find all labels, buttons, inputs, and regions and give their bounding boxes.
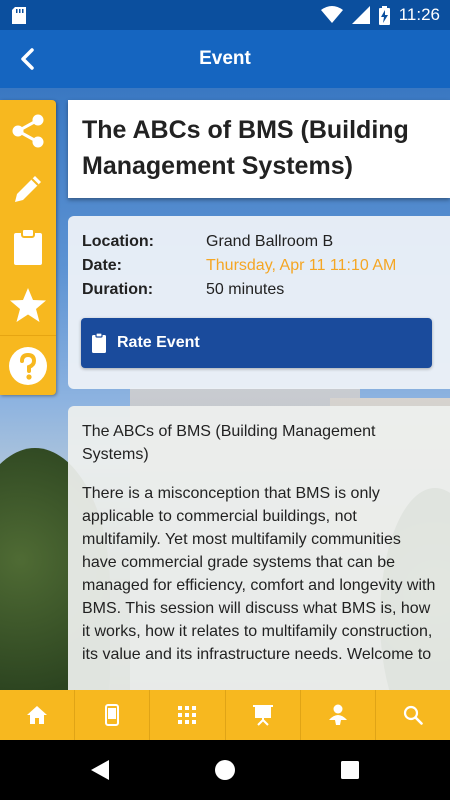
description-text: There is a misconception that BMS is onl… <box>82 485 436 663</box>
date-row: Date: Thursday, Apr 11 11:10 AM <box>82 254 436 278</box>
signal-icon <box>351 6 370 24</box>
bottom-nav <box>0 690 450 740</box>
sd-card-icon <box>12 7 26 24</box>
recents-square-icon <box>341 761 359 779</box>
page-title: Event <box>199 48 251 69</box>
back-triangle-icon <box>91 760 109 780</box>
home-icon <box>27 706 48 724</box>
rail-divider <box>0 335 56 336</box>
status-bar: 11:26 <box>0 0 450 30</box>
nav-grid[interactable] <box>150 690 226 740</box>
person-icon <box>328 704 347 725</box>
action-rail <box>0 100 56 395</box>
pencil-icon <box>15 176 41 202</box>
wifi-icon <box>320 6 343 23</box>
app-bar: Event <box>0 30 450 88</box>
nav-search[interactable] <box>376 690 450 740</box>
notes-button[interactable] <box>0 160 56 218</box>
event-title: The ABCs of BMS (Building Management Sys… <box>82 116 409 180</box>
duration-label: Duration: <box>82 281 154 298</box>
share-button[interactable] <box>0 102 56 160</box>
share-icon <box>12 114 44 148</box>
status-time: 11:26 <box>398 5 440 24</box>
favorite-button[interactable] <box>0 276 56 334</box>
system-recents-button[interactable] <box>338 758 362 782</box>
phone-icon <box>105 704 120 726</box>
nav-presentation[interactable] <box>226 690 301 740</box>
rate-event-label: Rate Event <box>117 334 200 351</box>
nav-attendee[interactable] <box>301 690 376 740</box>
location-row: Location: Grand Ballroom B <box>82 230 436 254</box>
grid-icon <box>178 706 197 724</box>
help-icon <box>9 347 47 385</box>
star-icon <box>10 288 46 322</box>
clipboard-icon <box>92 332 106 353</box>
date-label: Date: <box>82 257 123 274</box>
duration-row: Duration: 50 minutes <box>82 278 436 302</box>
home-circle-icon <box>215 760 235 780</box>
presentation-icon <box>252 705 273 726</box>
help-button[interactable] <box>0 337 56 395</box>
battery-charging-icon <box>378 5 390 25</box>
nav-mobile[interactable] <box>75 690 151 740</box>
nav-home[interactable] <box>0 690 76 740</box>
search-icon <box>403 705 423 725</box>
date-value[interactable]: Thursday, Apr 11 11:10 AM <box>206 257 396 275</box>
system-home-button[interactable] <box>213 758 237 782</box>
duration-value: 50 minutes <box>206 281 285 298</box>
event-title-card: The ABCs of BMS (Building Management Sys… <box>68 100 450 198</box>
survey-button[interactable] <box>0 218 56 276</box>
clipboard-icon <box>14 228 42 265</box>
system-back-button[interactable] <box>88 758 112 782</box>
location-label: Location: <box>82 233 154 250</box>
description-title: The ABCs of BMS (Building Management Sys… <box>82 423 376 463</box>
location-value: Grand Ballroom B <box>206 233 334 250</box>
rate-event-button[interactable]: Rate Event <box>81 318 432 368</box>
system-navigation-bar <box>0 740 450 800</box>
event-info-card: Location: Grand Ballroom B Date: Thursda… <box>68 216 450 389</box>
event-description-card: The ABCs of BMS (Building Management Sys… <box>68 406 450 690</box>
